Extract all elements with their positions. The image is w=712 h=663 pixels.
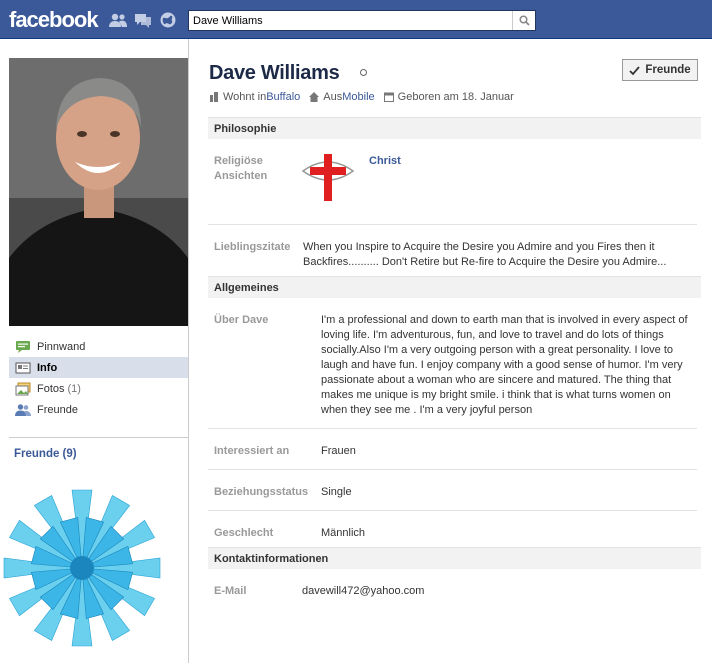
lives-in-link[interactable]: Buffalo bbox=[266, 91, 300, 103]
top-bar: facebook bbox=[0, 0, 712, 39]
profile-meta: Wohnt in Buffalo Aus Mobile Geboren am 1… bbox=[209, 91, 514, 103]
sidebar-item-label: Pinnwand bbox=[37, 340, 86, 353]
friends-heading[interactable]: Freunde (9) bbox=[14, 448, 77, 460]
profile-photo[interactable] bbox=[9, 58, 188, 326]
quotes-label: Lieblingszitate bbox=[214, 241, 291, 253]
from-prefix: Aus bbox=[323, 91, 343, 103]
row-separator bbox=[208, 428, 697, 429]
checkmark-icon bbox=[629, 65, 640, 75]
sidebar-item-friends[interactable]: Freunde bbox=[9, 399, 188, 420]
quotes-value: When you Inspire to Acquire the Desire y… bbox=[303, 241, 667, 268]
profile-name: Dave Williams bbox=[209, 62, 340, 84]
home-icon bbox=[309, 92, 320, 102]
interested-value: Frauen bbox=[321, 445, 356, 457]
about-label: Über Dave bbox=[214, 314, 269, 326]
religion-label: Religiöse Ansichten bbox=[214, 155, 268, 182]
building-icon bbox=[210, 92, 218, 102]
left-column: Pinnwand Info Fotos (1) Freunde Freunde … bbox=[0, 39, 189, 663]
search-icon bbox=[518, 15, 530, 26]
sidebar-item-label: Fotos bbox=[37, 382, 65, 395]
from-link[interactable]: Mobile bbox=[342, 91, 374, 103]
search-button[interactable] bbox=[512, 11, 535, 30]
search-box bbox=[188, 10, 536, 31]
decorative-flower-image bbox=[3, 489, 161, 647]
birthday: Geboren am 18. Januar bbox=[397, 91, 514, 103]
photos-icon bbox=[15, 382, 31, 395]
row-separator bbox=[208, 469, 697, 470]
sidebar-item-label: Freunde bbox=[37, 403, 78, 416]
messages-icon[interactable] bbox=[134, 12, 152, 28]
relationship-label: Beziehungsstatus bbox=[214, 486, 309, 498]
photos-count: (1) bbox=[67, 382, 81, 395]
section-general-header: Allgemeines bbox=[208, 276, 701, 298]
row-separator bbox=[208, 510, 697, 511]
info-icon bbox=[15, 362, 31, 373]
search-input[interactable] bbox=[189, 11, 511, 30]
interested-label: Interessiert an bbox=[214, 445, 290, 457]
email-label: E-Mail bbox=[214, 585, 247, 597]
section-contact-header: Kontaktinformationen bbox=[208, 547, 701, 569]
sidebar-item-photos[interactable]: Fotos (1) bbox=[9, 378, 188, 399]
relationship-value: Single bbox=[321, 486, 352, 498]
friends-button-label: Freunde bbox=[645, 64, 691, 76]
sidebar-divider bbox=[9, 437, 188, 438]
religion-cross-icon bbox=[301, 154, 355, 201]
religion-link[interactable]: Christ bbox=[369, 154, 401, 169]
online-status-icon bbox=[360, 69, 367, 76]
friend-requests-icon[interactable] bbox=[109, 12, 127, 28]
gender-label: Geschlecht bbox=[214, 527, 274, 539]
facebook-logo[interactable]: facebook bbox=[9, 7, 99, 33]
wall-icon bbox=[16, 340, 30, 353]
calendar-icon bbox=[383, 92, 394, 102]
friends-button[interactable]: Freunde bbox=[622, 59, 698, 81]
row-separator bbox=[208, 224, 697, 225]
about-value: I'm a professional and down to earth man… bbox=[321, 314, 688, 416]
sidebar-item-info[interactable]: Info bbox=[9, 357, 188, 378]
lives-in-prefix: Wohnt in bbox=[223, 91, 267, 103]
sidebar-item-wall[interactable]: Pinnwand bbox=[9, 336, 188, 357]
sidebar-item-label: Info bbox=[37, 361, 58, 374]
section-philosophy-header: Philosophie bbox=[208, 117, 701, 139]
gender-value: Männlich bbox=[321, 527, 366, 539]
email-value[interactable]: davewill472@yahoo.com bbox=[302, 584, 424, 599]
friends-icon bbox=[15, 403, 31, 416]
notifications-icon[interactable] bbox=[159, 12, 177, 28]
